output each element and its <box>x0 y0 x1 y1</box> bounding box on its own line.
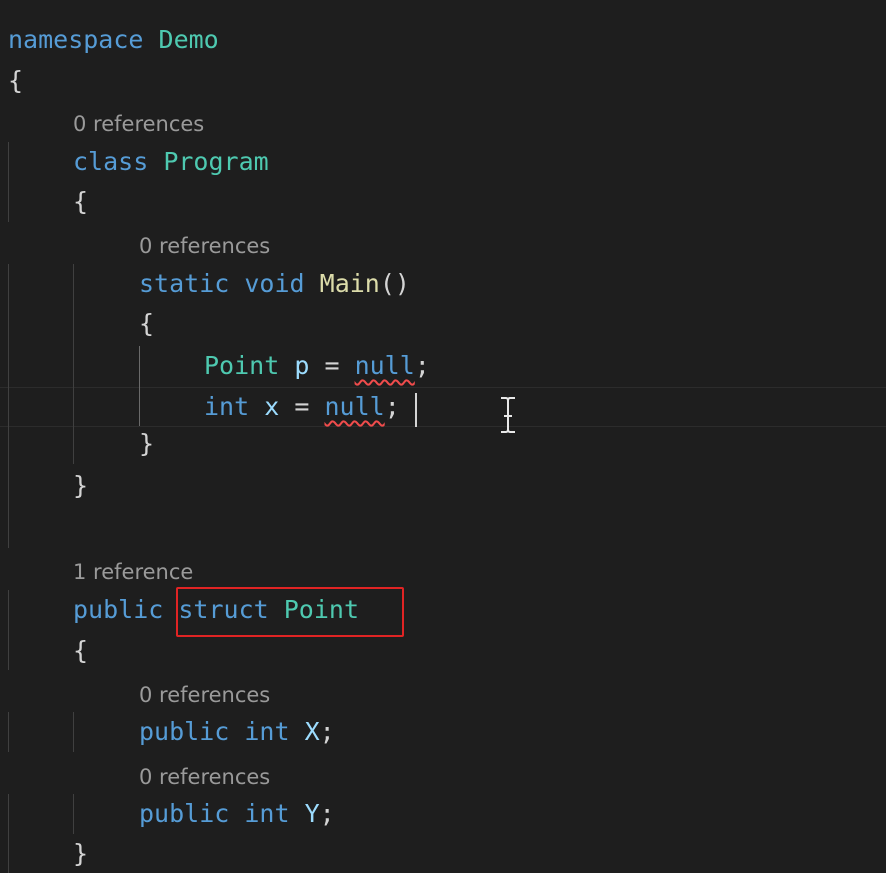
public-keyword: public <box>73 595 164 624</box>
indent-guide <box>73 264 74 464</box>
code-line-main[interactable]: static void Main() <box>139 264 410 304</box>
brace-open: { <box>73 636 89 665</box>
code-line-brace-close[interactable]: } <box>73 466 88 506</box>
code-line-brace-open[interactable]: { <box>139 304 154 344</box>
code-line-class[interactable]: class Program <box>73 142 269 182</box>
brace-close: } <box>139 429 155 458</box>
indent-guide <box>73 712 74 752</box>
equals-operator: = <box>324 351 340 380</box>
brace-close: } <box>73 471 89 500</box>
field-x-name: X <box>304 717 320 746</box>
class-name: Program <box>163 147 269 176</box>
code-line-brace-close[interactable]: } <box>139 424 154 464</box>
brace-open: { <box>73 187 89 216</box>
public-keyword: public <box>139 799 230 828</box>
indent-guide <box>8 794 9 873</box>
null-keyword-error[interactable]: null <box>355 351 415 380</box>
main-parens: () <box>379 269 410 298</box>
null-keyword-error[interactable]: null <box>324 392 384 421</box>
codelens-main-references[interactable]: 0 references <box>139 231 270 261</box>
class-keyword: class <box>73 147 149 176</box>
int-keyword: int <box>244 799 290 828</box>
variable-x: x <box>264 392 280 421</box>
code-line-brace-open[interactable]: { <box>73 631 88 671</box>
code-line-point-p[interactable]: Point p = null; <box>204 346 430 386</box>
semicolon: ; <box>319 799 335 828</box>
namespace-name: Demo <box>158 25 219 54</box>
static-keyword: static <box>139 269 230 298</box>
int-keyword: int <box>244 717 290 746</box>
codelens-x-references[interactable]: 0 references <box>139 680 270 710</box>
code-line-brace-open[interactable]: { <box>8 61 23 101</box>
code-line-int-x[interactable]: int x = null; <box>204 387 400 427</box>
main-method-name: Main <box>319 269 380 298</box>
code-line-field-x[interactable]: public int X; <box>139 712 335 752</box>
variable-p: p <box>294 351 310 380</box>
code-line-namespace[interactable]: namespace Demo <box>8 20 219 60</box>
codelens-program-references[interactable]: 0 references <box>73 109 204 139</box>
semicolon: ; <box>319 717 335 746</box>
codelens-y-references[interactable]: 0 references <box>139 762 270 792</box>
brace-open: { <box>139 309 155 338</box>
code-line-field-y[interactable]: public int Y; <box>139 794 335 834</box>
text-caret <box>415 393 417 427</box>
namespace-keyword: namespace <box>8 25 144 54</box>
int-keyword: int <box>204 392 250 421</box>
indent-guide <box>139 346 140 426</box>
void-keyword: void <box>244 269 305 298</box>
field-y-name: Y <box>304 799 320 828</box>
code-editor[interactable]: namespace Demo { 0 references class Prog… <box>0 0 886 873</box>
code-line-brace-open[interactable]: { <box>73 182 88 222</box>
indent-guide <box>8 264 9 548</box>
code-line-brace-close[interactable]: } <box>73 834 88 873</box>
ibeam-cursor-icon <box>501 397 515 433</box>
semicolon: ; <box>384 392 400 421</box>
equals-operator: = <box>294 392 310 421</box>
codelens-point-references[interactable]: 1 reference <box>73 557 193 587</box>
indent-guide <box>8 142 9 222</box>
semicolon: ; <box>414 351 430 380</box>
indent-guide <box>73 794 74 834</box>
indent-guide <box>8 712 9 752</box>
brace-close: } <box>73 839 89 868</box>
current-line-highlight <box>0 387 886 427</box>
highlight-annotation-box <box>176 587 404 637</box>
indent-guide <box>8 590 9 670</box>
brace-open: { <box>8 66 24 95</box>
public-keyword: public <box>139 717 230 746</box>
point-type: Point <box>204 351 280 380</box>
